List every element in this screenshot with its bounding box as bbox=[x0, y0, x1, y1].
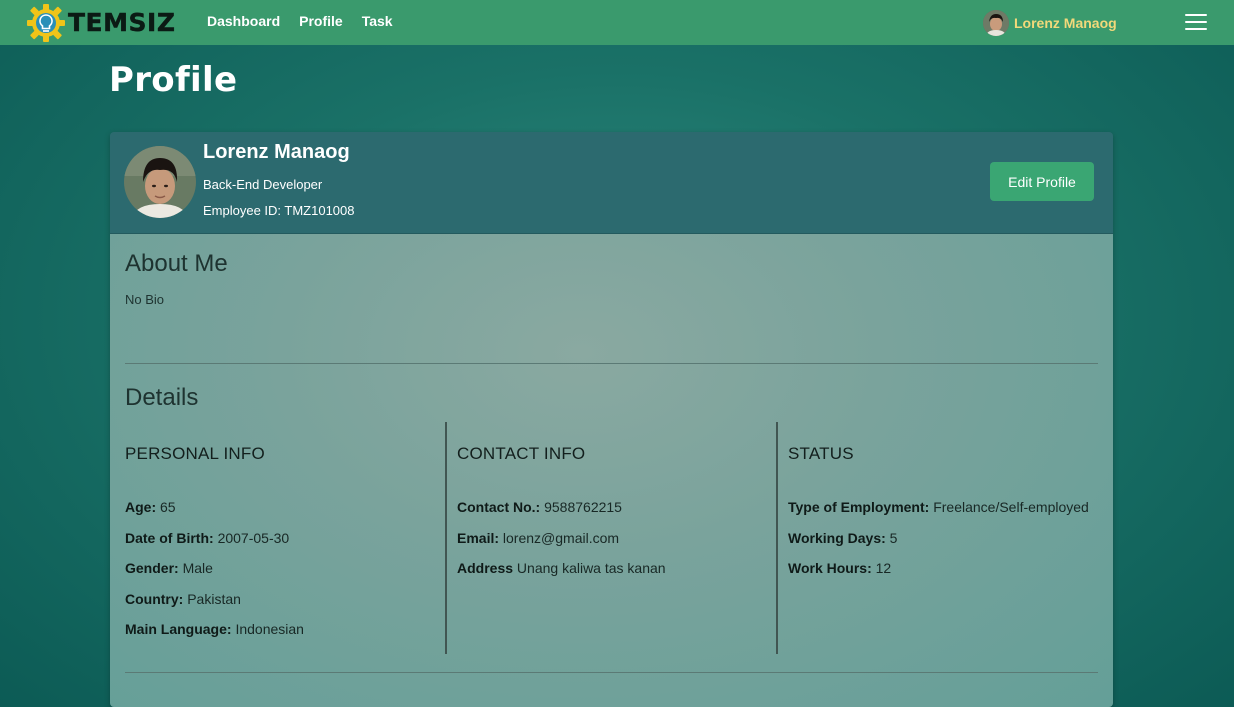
details-heading: Details bbox=[125, 384, 199, 411]
info-row-address: Address Unang kaliwa tas kanan bbox=[457, 560, 666, 576]
hamburger-menu-icon[interactable] bbox=[1185, 14, 1207, 31]
info-row-employment-type: Type of Employment: Freelance/Self-emplo… bbox=[788, 499, 1089, 515]
about-me-heading: About Me bbox=[125, 250, 228, 277]
nav-user-avatar bbox=[983, 10, 1009, 36]
info-row-contact-no: Contact No.: 9588762215 bbox=[457, 499, 622, 515]
info-row-working-days: Working Days: 5 bbox=[788, 530, 898, 546]
nav-user-name: Lorenz Manaog bbox=[1014, 15, 1117, 31]
profile-card-header: Lorenz Manaog Back-End Developer Employe… bbox=[110, 132, 1113, 234]
employee-id: Employee ID: TMZ101008 bbox=[203, 203, 355, 218]
info-row-main-language: Main Language: Indonesian bbox=[125, 621, 304, 637]
divider bbox=[125, 363, 1098, 364]
nav-link-task[interactable]: Task bbox=[362, 13, 393, 29]
info-row-age: Age: 65 bbox=[125, 499, 176, 515]
bio-text: No Bio bbox=[125, 292, 165, 307]
contact-info-column: CONTACT INFO Contact No.: 9588762215 Ema… bbox=[445, 422, 778, 654]
profile-card: Lorenz Manaog Back-End Developer Employe… bbox=[110, 132, 1113, 707]
divider bbox=[125, 672, 1098, 673]
page-title: Profile bbox=[109, 60, 238, 100]
gear-lightbulb-logo-icon bbox=[27, 3, 65, 42]
navbar: TEMSIZ Dashboard Profile Task Lorenz Man… bbox=[0, 0, 1234, 45]
status-column: STATUS Type of Employment: Freelance/Sel… bbox=[776, 422, 1113, 654]
brand[interactable]: TEMSIZ bbox=[26, 3, 175, 42]
nav-link-dashboard[interactable]: Dashboard bbox=[207, 13, 280, 29]
nav-link-profile[interactable]: Profile bbox=[299, 13, 343, 29]
edit-profile-button[interactable]: Edit Profile bbox=[990, 162, 1094, 201]
contact-info-heading: CONTACT INFO bbox=[457, 444, 586, 463]
nav-user-menu[interactable]: Lorenz Manaog bbox=[983, 10, 1117, 36]
profile-card-body: About Me No Bio Details PERSONAL INFO Ag… bbox=[110, 234, 1113, 707]
status-heading: STATUS bbox=[788, 444, 854, 463]
info-row-date-of-birth: Date of Birth: 2007-05-30 bbox=[125, 530, 290, 546]
brand-name: TEMSIZ bbox=[68, 8, 176, 37]
info-row-country: Country: Pakistan bbox=[125, 591, 241, 607]
profile-role: Back-End Developer bbox=[203, 177, 323, 192]
personal-info-heading: PERSONAL INFO bbox=[125, 444, 265, 463]
info-row-gender: Gender: Male bbox=[125, 560, 213, 576]
profile-avatar bbox=[124, 146, 196, 218]
nav-links: Dashboard Profile Task bbox=[207, 13, 393, 29]
info-row-email: Email: lorenz@gmail.com bbox=[457, 530, 620, 546]
personal-info-column: PERSONAL INFO Age: 65 Date of Birth: 200… bbox=[125, 422, 445, 654]
info-row-work-hours: Work Hours: 12 bbox=[788, 560, 892, 576]
profile-name: Lorenz Manaog bbox=[203, 141, 350, 163]
